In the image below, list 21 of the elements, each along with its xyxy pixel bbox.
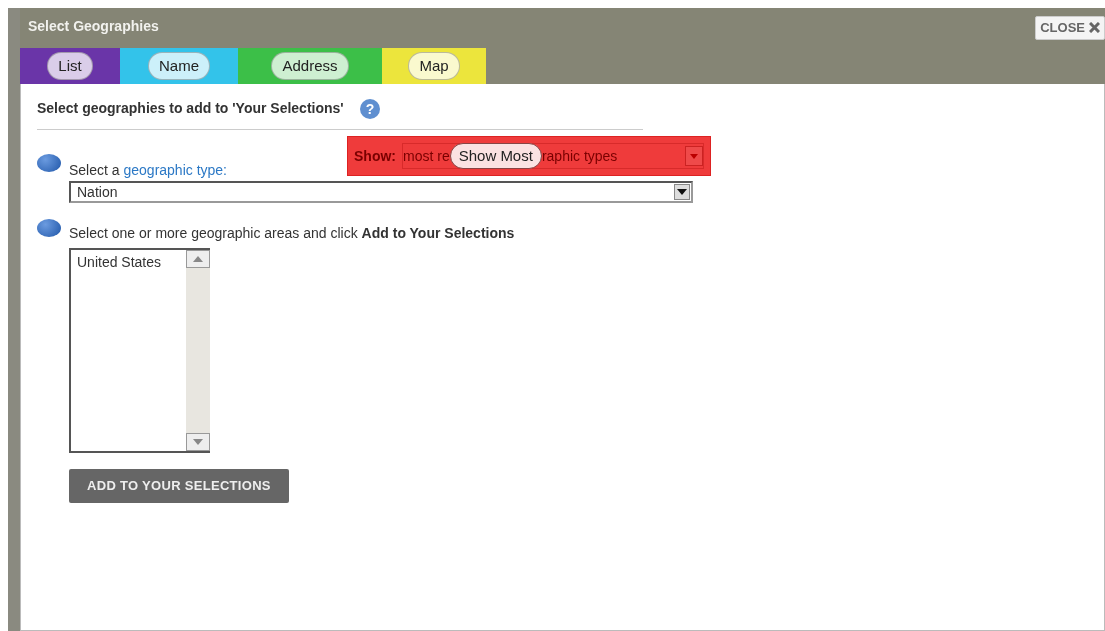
- callout-label: Show Most: [449, 142, 542, 170]
- close-icon: [1089, 22, 1100, 34]
- geographic-type-link[interactable]: geographic type:: [123, 162, 227, 178]
- filter-dropdown[interactable]: most re Show Most raphic types: [402, 143, 704, 169]
- section-heading: Select geographies to add to 'Your Selections': [37, 99, 344, 118]
- tab[interactable]: Map: [382, 48, 486, 84]
- add-selections-button[interactable]: ADD TO YOUR SELECTIONS: [69, 469, 289, 503]
- tab[interactable]: Address: [238, 48, 382, 84]
- scroll-up-icon[interactable]: [186, 250, 210, 268]
- scrollbar[interactable]: [186, 250, 210, 451]
- list-option[interactable]: United States: [77, 252, 180, 273]
- tab[interactable]: List: [20, 48, 120, 84]
- filter-label: Show:: [354, 146, 396, 166]
- geographic-type-dropdown[interactable]: Nation: [69, 181, 693, 203]
- step-bullet-icon: [37, 219, 61, 237]
- dialog-title: Select Geographies: [27, 17, 159, 36]
- scroll-down-icon[interactable]: [186, 433, 210, 451]
- tab[interactable]: Name: [120, 48, 238, 84]
- close-button[interactable]: CLOSE: [1035, 16, 1105, 40]
- step-instruction: Select one or more geographic areas and click Add to Your Selections: [69, 224, 515, 243]
- step-bullet-icon: [37, 154, 61, 172]
